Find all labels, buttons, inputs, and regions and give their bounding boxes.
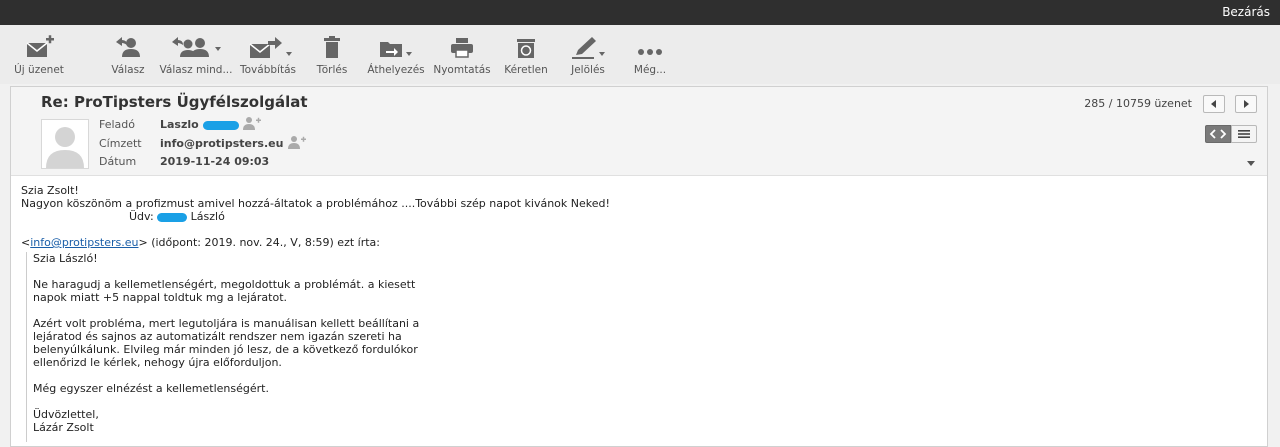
quote-line: Még egyszer elnézést a kellemetlenségért… <box>33 382 269 395</box>
new-message-label: Új üzenet <box>14 64 64 76</box>
reply-button[interactable]: Válasz <box>89 35 167 81</box>
previous-message-button[interactable] <box>1203 95 1225 113</box>
add-contact-icon[interactable] <box>243 116 261 130</box>
to-value[interactable]: info@protipsters.eu <box>160 137 283 150</box>
date-value: 2019-11-24 09:03 <box>160 155 270 168</box>
source-view-toggle[interactable] <box>1205 125 1231 143</box>
quote-header-text: > (időpont: 2019. nov. 24., V, 8:59) ezt… <box>138 236 381 249</box>
quote-lt: < <box>21 236 31 249</box>
reply-all-label: Válasz mind... <box>159 64 233 76</box>
sender-name: Laszlo <box>160 118 199 131</box>
reply-all-icon <box>172 37 221 57</box>
add-contact-icon[interactable] <box>288 135 306 149</box>
lines-icon <box>1238 130 1250 138</box>
new-message-icon <box>26 35 54 57</box>
more-label: Még... <box>633 64 667 76</box>
quote-attribution: <info@protipsters.eu> (időpont: 2019. no… <box>21 236 380 249</box>
greeting: Szia Zsolt! <box>21 184 79 197</box>
quote-line: belenyúlkálunk. Elvileg már minden jó le… <box>33 343 418 356</box>
quote-line: lejáratod és sajnos az automatizált rend… <box>33 330 402 343</box>
message-subject: Re: ProTipsters Ügyfélszolgálat <box>41 93 308 111</box>
message-counter: 285 / 10759 üzenet <box>1084 97 1192 110</box>
quote-line: napok miatt +5 nappal toldtuk mg a lejár… <box>33 291 288 304</box>
message-panel: Re: ProTipsters Ügyfélszolgálat Feladó L… <box>10 86 1268 447</box>
triangle-right-icon <box>1244 100 1249 108</box>
reply-all-button[interactable]: Válasz mind... <box>157 35 235 81</box>
reply-icon <box>116 37 140 57</box>
more-dots-icon <box>638 49 662 55</box>
redaction-mark <box>202 120 239 130</box>
avatar <box>41 119 89 169</box>
reply-label: Válasz <box>111 64 145 76</box>
signoff-name: László <box>187 210 225 223</box>
toolbar: Új üzenet Válasz Válasz mind... Továbbít… <box>0 25 1280 84</box>
top-bar: Bezárás <box>0 0 1280 25</box>
body-line: Nagyon köszönöm a profizmust amivel hozz… <box>21 197 610 210</box>
from-label: Feladó <box>99 118 136 131</box>
trash-icon <box>324 36 340 58</box>
forward-icon <box>249 37 292 58</box>
new-message-button[interactable]: Új üzenet <box>0 35 78 81</box>
signoff: Üdv: László <box>21 210 225 223</box>
code-brackets-icon <box>1209 129 1227 139</box>
printer-icon <box>451 38 473 58</box>
triangle-left-icon <box>1211 100 1216 108</box>
to-label: Címzett <box>99 137 142 150</box>
quote-line: Ne haragudj a kellemetlenségért, megoldo… <box>33 278 416 291</box>
spam-recycle-icon <box>517 39 535 58</box>
quote-email-link[interactable]: info@protipsters.eu <box>30 236 138 249</box>
folder-move-icon <box>380 42 412 57</box>
redaction-mark <box>157 212 188 222</box>
close-button[interactable]: Bezárás <box>1222 5 1270 19</box>
quote-line: Üdvözlettel, <box>33 408 99 421</box>
pencil-mark-icon <box>572 37 605 59</box>
quote-line: Azért volt probléma, mert legutoljára is… <box>33 317 420 330</box>
quote-line: Lázár Zsolt <box>33 421 94 434</box>
message-header: Re: ProTipsters Ügyfélszolgálat Feladó L… <box>11 87 1267 176</box>
expand-header-icon[interactable] <box>1247 161 1255 167</box>
from-value[interactable]: Laszlo <box>160 118 239 131</box>
quote-line: Szia László! <box>33 252 98 265</box>
contact-placeholder-icon <box>46 127 84 168</box>
date-label: Dátum <box>99 155 137 168</box>
quote-line: ellenőrizd le kérlek, nehogy újra előfor… <box>33 356 282 369</box>
message-body: Szia Zsolt! Nagyon köszönöm a profizmust… <box>21 184 610 249</box>
next-message-button[interactable] <box>1235 95 1257 113</box>
signoff-prefix: Üdv: <box>129 210 154 223</box>
more-button[interactable]: Még... <box>611 35 689 81</box>
text-view-toggle[interactable] <box>1231 125 1257 143</box>
